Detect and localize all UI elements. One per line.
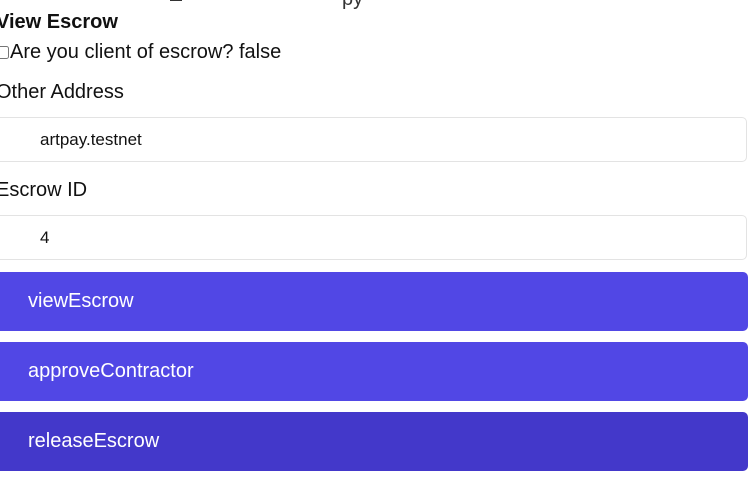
- view-escrow-button[interactable]: viewEscrow: [0, 272, 748, 331]
- clipped-header-text: py: [170, 0, 363, 11]
- escrow-id-input[interactable]: [0, 215, 747, 260]
- client-checkbox-label: Are you client of escrow? false: [10, 40, 282, 63]
- other-address-label: Other Address: [0, 81, 124, 103]
- section-title: View Escrow: [0, 11, 118, 33]
- escrow-id-label: Escrow ID: [0, 179, 88, 201]
- release-escrow-button[interactable]: releaseEscrow: [0, 412, 748, 471]
- client-checkbox-row[interactable]: Are you client of escrow? false: [0, 40, 281, 64]
- client-checkbox[interactable]: [0, 45, 9, 59]
- approve-contractor-button[interactable]: approveContractor: [0, 342, 748, 401]
- other-address-input[interactable]: [0, 117, 747, 162]
